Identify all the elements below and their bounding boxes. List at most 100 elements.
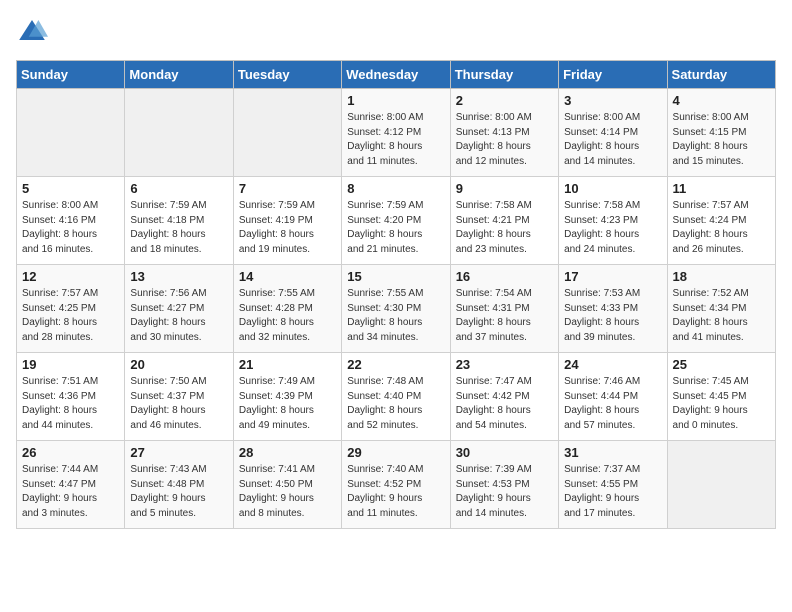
calendar-table: SundayMondayTuesdayWednesdayThursdayFrid… <box>16 60 776 529</box>
calendar-cell: 21 Sunrise: 7:49 AM Sunset: 4:39 PM Dayli… <box>233 353 341 441</box>
calendar-cell: 6Sunrise: 7:59 AM Sunset: 4:18 PM Daylig… <box>125 177 233 265</box>
page-header <box>16 16 776 48</box>
day-number: 27 <box>130 445 227 460</box>
day-number: 5 <box>22 181 119 196</box>
calendar-cell: 15Sunrise: 7:55 AM Sunset: 4:30 PM Dayli… <box>342 265 450 353</box>
calendar-cell <box>233 89 341 177</box>
day-info: Sunrise: 7:53 AM Sunset: 4:33 PM Dayligh… <box>564 287 661 345</box>
day-info: Sunrise: 7:56 AM Sunset: 4:27 PM Dayligh… <box>130 287 227 345</box>
day-number: 22 <box>347 357 444 372</box>
calendar-week-row: 26Sunrise: 7:44 AM Sunset: 4:47 PM Dayli… <box>17 441 776 529</box>
calendar-cell: 30 Sunrise: 7:39 AM Sunset: 4:53 PM Dayli… <box>450 441 558 529</box>
header-day: Wednesday <box>342 61 450 89</box>
day-info: Sunrise: 7:50 AM Sunset: 4:37 PM Dayligh… <box>130 375 227 433</box>
calendar-cell: 25 Sunrise: 7:45 AM Sunset: 4:45 PM Dayli… <box>667 353 775 441</box>
day-number: 31 <box>564 445 661 460</box>
day-number: 2 <box>456 93 553 108</box>
calendar-cell: 31 Sunrise: 7:37 AM Sunset: 4:55 PM Dayli… <box>559 441 667 529</box>
header-day: Friday <box>559 61 667 89</box>
day-info: Sunrise: 7:46 AM Sunset: 4:44 PM Dayligh… <box>564 375 661 433</box>
calendar-cell: 9 Sunrise: 7:58 AM Sunset: 4:21 PM Daylig… <box>450 177 558 265</box>
day-number: 8 <box>347 181 444 196</box>
calendar-cell: 13 Sunrise: 7:56 AM Sunset: 4:27 PM Dayli… <box>125 265 233 353</box>
day-info: Sunrise: 7:58 AM Sunset: 4:21 PM Dayligh… <box>456 199 553 257</box>
day-info: Sunrise: 7:59 AM Sunset: 4:19 PM Dayligh… <box>239 199 336 257</box>
day-info: Sunrise: 7:59 AM Sunset: 4:20 PM Dayligh… <box>347 199 444 257</box>
calendar-cell: 8 Sunrise: 7:59 AM Sunset: 4:20 PM Daylig… <box>342 177 450 265</box>
calendar-cell: 22 Sunrise: 7:48 AM Sunset: 4:40 PM Dayli… <box>342 353 450 441</box>
day-info: Sunrise: 7:52 AM Sunset: 4:34 PM Dayligh… <box>673 287 770 345</box>
calendar-cell: 14Sunrise: 7:55 AM Sunset: 4:28 PM Dayli… <box>233 265 341 353</box>
calendar-cell <box>667 441 775 529</box>
day-number: 14 <box>239 269 336 284</box>
day-number: 20 <box>130 357 227 372</box>
day-info: Sunrise: 7:48 AM Sunset: 4:40 PM Dayligh… <box>347 375 444 433</box>
calendar-cell: 1 Sunrise: 8:00 AM Sunset: 4:12 PM Daylig… <box>342 89 450 177</box>
day-info: Sunrise: 7:43 AM Sunset: 4:48 PM Dayligh… <box>130 463 227 521</box>
day-info: Sunrise: 7:55 AM Sunset: 4:30 PM Dayligh… <box>347 287 444 345</box>
calendar-cell: 26Sunrise: 7:44 AM Sunset: 4:47 PM Dayli… <box>17 441 125 529</box>
day-info: Sunrise: 7:45 AM Sunset: 4:45 PM Dayligh… <box>673 375 770 433</box>
day-number: 4 <box>673 93 770 108</box>
header-day: Thursday <box>450 61 558 89</box>
calendar-cell: 23Sunrise: 7:47 AM Sunset: 4:42 PM Dayli… <box>450 353 558 441</box>
calendar-body: 1 Sunrise: 8:00 AM Sunset: 4:12 PM Daylig… <box>17 89 776 529</box>
calendar-week-row: 19Sunrise: 7:51 AM Sunset: 4:36 PM Dayli… <box>17 353 776 441</box>
day-info: Sunrise: 7:54 AM Sunset: 4:31 PM Dayligh… <box>456 287 553 345</box>
day-info: Sunrise: 7:58 AM Sunset: 4:23 PM Dayligh… <box>564 199 661 257</box>
calendar-header: SundayMondayTuesdayWednesdayThursdayFrid… <box>17 61 776 89</box>
calendar-cell: 19Sunrise: 7:51 AM Sunset: 4:36 PM Dayli… <box>17 353 125 441</box>
day-number: 23 <box>456 357 553 372</box>
day-info: Sunrise: 8:00 AM Sunset: 4:14 PM Dayligh… <box>564 111 661 169</box>
day-number: 28 <box>239 445 336 460</box>
day-number: 10 <box>564 181 661 196</box>
day-number: 18 <box>673 269 770 284</box>
day-info: Sunrise: 7:37 AM Sunset: 4:55 PM Dayligh… <box>564 463 661 521</box>
calendar-cell: 16 Sunrise: 7:54 AM Sunset: 4:31 PM Dayli… <box>450 265 558 353</box>
day-info: Sunrise: 7:39 AM Sunset: 4:53 PM Dayligh… <box>456 463 553 521</box>
day-number: 13 <box>130 269 227 284</box>
calendar-week-row: 5 Sunrise: 8:00 AM Sunset: 4:16 PM Daylig… <box>17 177 776 265</box>
header-day: Tuesday <box>233 61 341 89</box>
calendar-cell: 3Sunrise: 8:00 AM Sunset: 4:14 PM Daylig… <box>559 89 667 177</box>
calendar-cell: 7 Sunrise: 7:59 AM Sunset: 4:19 PM Daylig… <box>233 177 341 265</box>
day-number: 25 <box>673 357 770 372</box>
day-number: 7 <box>239 181 336 196</box>
day-number: 29 <box>347 445 444 460</box>
day-number: 19 <box>22 357 119 372</box>
day-number: 1 <box>347 93 444 108</box>
day-number: 9 <box>456 181 553 196</box>
calendar-cell: 2 Sunrise: 8:00 AM Sunset: 4:13 PM Daylig… <box>450 89 558 177</box>
calendar-cell: 5 Sunrise: 8:00 AM Sunset: 4:16 PM Daylig… <box>17 177 125 265</box>
day-number: 26 <box>22 445 119 460</box>
day-info: Sunrise: 8:00 AM Sunset: 4:12 PM Dayligh… <box>347 111 444 169</box>
day-number: 30 <box>456 445 553 460</box>
day-info: Sunrise: 7:49 AM Sunset: 4:39 PM Dayligh… <box>239 375 336 433</box>
day-info: Sunrise: 7:40 AM Sunset: 4:52 PM Dayligh… <box>347 463 444 521</box>
calendar-cell: 27 Sunrise: 7:43 AM Sunset: 4:48 PM Dayli… <box>125 441 233 529</box>
day-number: 21 <box>239 357 336 372</box>
calendar-cell: 28 Sunrise: 7:41 AM Sunset: 4:50 PM Dayli… <box>233 441 341 529</box>
day-info: Sunrise: 8:00 AM Sunset: 4:16 PM Dayligh… <box>22 199 119 257</box>
header-row: SundayMondayTuesdayWednesdayThursdayFrid… <box>17 61 776 89</box>
day-number: 17 <box>564 269 661 284</box>
day-number: 11 <box>673 181 770 196</box>
header-day: Monday <box>125 61 233 89</box>
calendar-cell: 24Sunrise: 7:46 AM Sunset: 4:44 PM Dayli… <box>559 353 667 441</box>
logo <box>16 16 52 48</box>
calendar-cell: 10 Sunrise: 7:58 AM Sunset: 4:23 PM Dayli… <box>559 177 667 265</box>
day-info: Sunrise: 8:00 AM Sunset: 4:13 PM Dayligh… <box>456 111 553 169</box>
calendar-cell: 12 Sunrise: 7:57 AM Sunset: 4:25 PM Dayli… <box>17 265 125 353</box>
day-number: 16 <box>456 269 553 284</box>
day-info: Sunrise: 7:59 AM Sunset: 4:18 PM Dayligh… <box>130 199 227 257</box>
calendar-cell: 20 Sunrise: 7:50 AM Sunset: 4:37 PM Dayli… <box>125 353 233 441</box>
calendar-cell: 29 Sunrise: 7:40 AM Sunset: 4:52 PM Dayli… <box>342 441 450 529</box>
day-info: Sunrise: 7:57 AM Sunset: 4:24 PM Dayligh… <box>673 199 770 257</box>
calendar-cell: 4Sunrise: 8:00 AM Sunset: 4:15 PM Daylig… <box>667 89 775 177</box>
day-info: Sunrise: 7:41 AM Sunset: 4:50 PM Dayligh… <box>239 463 336 521</box>
calendar-cell: 17 Sunrise: 7:53 AM Sunset: 4:33 PM Dayli… <box>559 265 667 353</box>
day-info: Sunrise: 7:57 AM Sunset: 4:25 PM Dayligh… <box>22 287 119 345</box>
calendar-cell <box>125 89 233 177</box>
calendar-cell: 11 Sunrise: 7:57 AM Sunset: 4:24 PM Dayli… <box>667 177 775 265</box>
day-number: 12 <box>22 269 119 284</box>
